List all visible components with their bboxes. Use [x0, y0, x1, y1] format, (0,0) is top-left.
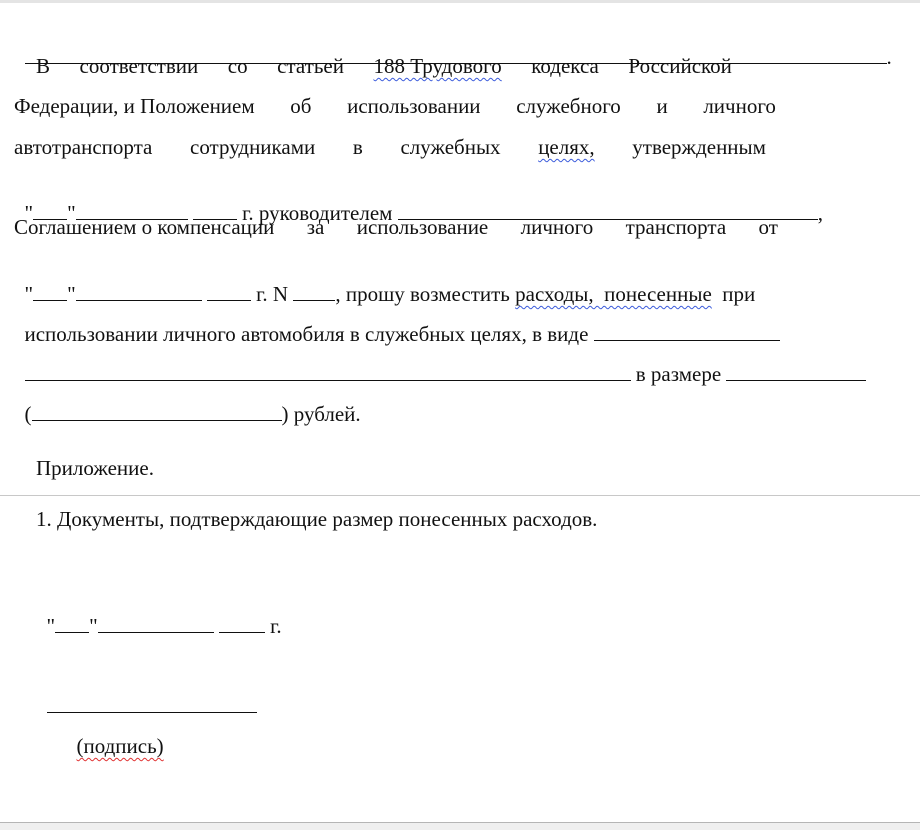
year-blank[interactable]: [218, 613, 265, 633]
window-top-border: [0, 0, 920, 3]
word: за: [306, 215, 325, 239]
currency-text: ) рублей.: [281, 402, 361, 426]
signature-caption: (подпись): [66, 707, 164, 758]
word: служебных: [400, 135, 501, 159]
month-blank[interactable]: [97, 613, 214, 633]
day-blank[interactable]: [55, 613, 90, 633]
word: автотранспорта: [14, 135, 153, 159]
word: соответствии: [79, 54, 199, 78]
word: в: [352, 135, 363, 159]
word: статьей: [277, 54, 344, 78]
word: личного: [520, 215, 594, 239]
amount-blank[interactable]: [726, 361, 867, 381]
paragraph-line-4: " " г. руководителем ,: [14, 174, 823, 225]
header-period: .: [886, 45, 892, 69]
word: Соглашением о компенсации: [14, 215, 275, 239]
amount-label: в размере: [635, 362, 722, 386]
paragraph-line-7: использовании личного автомобиля в служе…: [14, 295, 780, 346]
word: использование: [356, 215, 489, 239]
word: и: [656, 94, 668, 118]
word: от: [758, 215, 778, 239]
paragraph-line-2: Федерации, и Положением об использовании…: [14, 93, 776, 119]
signature-line[interactable]: [36, 667, 257, 713]
amount-words-blank[interactable]: [31, 401, 282, 421]
word: личного: [703, 94, 776, 118]
paragraph-line-5: Соглашением о компенсации за использован…: [14, 214, 778, 240]
word: В: [36, 54, 51, 78]
paragraph-line-6: " " г. N , прошу возместить расходы, поне…: [14, 255, 756, 306]
word: сотрудниками: [190, 135, 316, 159]
paren-open: (: [24, 402, 32, 426]
word: Федерации, и Положением: [14, 94, 255, 118]
word: кодекса: [531, 54, 599, 78]
word: транспорта: [625, 215, 727, 239]
year-suffix: г.: [270, 614, 282, 638]
word: служебного: [516, 94, 621, 118]
window-bottom-border: [0, 822, 920, 830]
paragraph-line-9: ( ) рублей.: [14, 375, 361, 426]
grammar-flagged-text[interactable]: 188 Трудового: [374, 53, 502, 79]
appendix-title: Приложение.: [36, 456, 154, 480]
comma: ,: [817, 201, 823, 225]
date-line: " " г.: [36, 587, 282, 638]
quote-mark: ": [89, 614, 98, 638]
quote-mark: ": [46, 614, 56, 638]
word: использовании: [347, 94, 481, 118]
word: об: [290, 94, 312, 118]
paragraph-line-8: в размере: [14, 335, 867, 386]
word: со: [227, 54, 248, 78]
word: Российской: [628, 54, 732, 78]
paragraph-line-3: автотранспорта сотрудниками в служебных …: [14, 134, 766, 160]
appendix-item-1: 1. Документы, подтверждающие размер поне…: [36, 507, 598, 531]
header-blank-line[interactable]: .: [14, 18, 892, 69]
word: утвержденным: [632, 135, 766, 159]
signature-label[interactable]: (подпись): [77, 734, 164, 758]
grammar-flagged-text[interactable]: целях,: [538, 134, 594, 160]
paragraph-line-1: В соответствии со статьей 188 Трудового …: [36, 53, 732, 79]
page-break-line: [0, 495, 920, 496]
